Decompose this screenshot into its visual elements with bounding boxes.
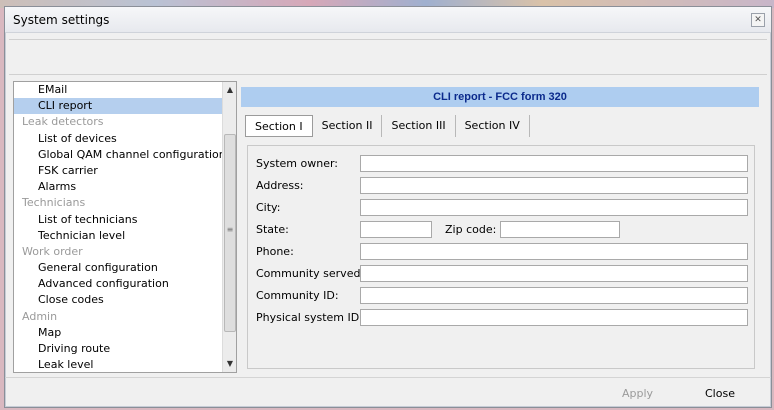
physical-system-id-label: Physical system ID: [256, 311, 363, 324]
community-id-label: Community ID: [256, 289, 339, 302]
nav-item-global-qam-channel-configuration[interactable]: Global QAM channel configuration [14, 147, 223, 163]
zip-code-field[interactable] [500, 221, 620, 238]
nav-group-leak-detectors: Leak detectors [22, 115, 104, 129]
nav-scrollbar[interactable]: ▲ ≡ ▼ [222, 82, 236, 372]
tab-section-4[interactable]: Section IV [456, 115, 530, 137]
close-button[interactable]: Close [705, 384, 735, 404]
nav-items: EMail CLI report Leak detectors List of dev… [14, 82, 223, 372]
nav-item-advanced-configuration[interactable]: Advanced configuration [14, 276, 223, 292]
nav-group-work-order: Work order [22, 244, 83, 258]
community-served-label: Community served: [256, 267, 365, 280]
phone-label: Phone: [256, 245, 294, 258]
nav-item-email[interactable]: EMail [14, 82, 223, 98]
community-id-field[interactable] [360, 287, 748, 304]
toolbar-area [9, 39, 767, 75]
window-title: System settings [13, 13, 110, 27]
nav-item-general-configuration[interactable]: General configuration [14, 260, 223, 276]
settings-nav-list: EMail CLI report Leak detectors List of dev… [13, 81, 237, 373]
panel-banner: CLI report - FCC form 320 [241, 87, 759, 107]
client-area: EMail CLI report Leak detectors List of dev… [9, 77, 767, 377]
state-field[interactable] [360, 221, 432, 238]
grip-icon: ≡ [226, 225, 234, 234]
zip-code-label: Zip code: [445, 223, 497, 236]
scroll-down-arrow-icon[interactable]: ▼ [223, 356, 237, 372]
close-window-button[interactable]: ✕ [751, 13, 765, 27]
nav-item-fsk-carrier[interactable]: FSK carrier [14, 163, 223, 179]
nav-item-list-of-devices[interactable]: List of devices [14, 131, 223, 147]
nav-item-close-codes[interactable]: Close codes [14, 292, 223, 308]
nav-item-technician-level[interactable]: Technician level [14, 228, 223, 244]
scroll-up-arrow-icon[interactable]: ▲ [223, 82, 237, 98]
nav-item-list-of-technicians[interactable]: List of technicians [14, 212, 223, 228]
system-owner-field[interactable] [360, 155, 748, 172]
scroll-thumb[interactable]: ≡ [224, 134, 236, 332]
phone-field[interactable] [360, 243, 748, 260]
tab-section-3[interactable]: Section III [382, 115, 456, 137]
nav-item-leak-level[interactable]: Leak level [14, 357, 223, 372]
nav-item-map[interactable]: Map [14, 325, 223, 341]
nav-item-alarms[interactable]: Alarms [14, 179, 223, 195]
tab-section-1[interactable]: Section I [245, 115, 313, 137]
state-label: State: [256, 223, 289, 236]
address-label: Address: [256, 179, 304, 192]
system-settings-window: System settings ✕ EMail CLI report Leak de… [4, 6, 772, 408]
physical-system-id-field[interactable] [360, 309, 748, 326]
apply-button[interactable]: Apply [622, 384, 653, 404]
cli-report-panel: CLI report - FCC form 320 Section I Secti… [241, 87, 759, 372]
dialog-button-bar: Apply Close [5, 377, 771, 407]
system-owner-label: System owner: [256, 157, 339, 170]
nav-item-cli-report[interactable]: CLI report [14, 98, 223, 115]
section-tabs: Section I Section II Section III Section IV [245, 115, 530, 137]
nav-item-driving-route[interactable]: Driving route [14, 341, 223, 357]
nav-group-admin: Admin [22, 309, 58, 323]
city-field[interactable] [360, 199, 748, 216]
community-served-field[interactable] [360, 265, 748, 282]
tab-section-2[interactable]: Section II [313, 115, 383, 137]
city-label: City: [256, 201, 281, 214]
form-frame: System owner: Address: City: State: Zip … [247, 145, 755, 369]
nav-group-technicians: Technicians [22, 196, 86, 210]
address-field[interactable] [360, 177, 748, 194]
titlebar: System settings ✕ [5, 7, 771, 33]
